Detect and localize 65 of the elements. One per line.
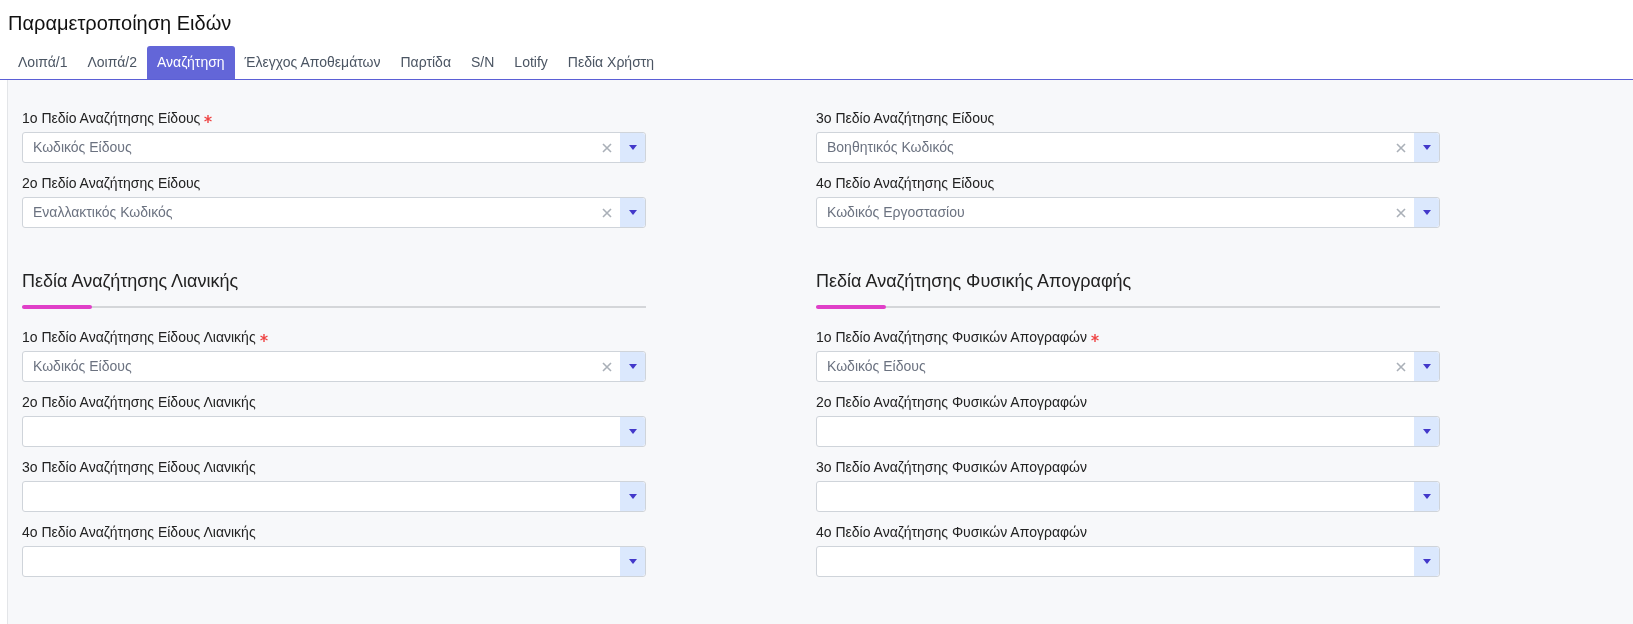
select-field[interactable] bbox=[816, 416, 1440, 447]
field-label: 2ο Πεδίο Αναζήτησης Φυσικών Απογραφών bbox=[816, 393, 1087, 412]
field-label: 3ο Πεδίο Αναζήτησης Φυσικών Απογραφών bbox=[816, 458, 1087, 477]
select-field[interactable]: Κωδικός Είδους bbox=[22, 351, 646, 382]
select-field[interactable]: Βοηθητικός Κωδικός bbox=[816, 132, 1440, 163]
field-label: 1ο Πεδίο Αναζήτησης Είδους Λιανικής bbox=[22, 328, 256, 347]
tab[interactable]: S/N bbox=[461, 46, 505, 79]
selected-value: Κωδικός Εργοστασίου bbox=[827, 203, 965, 222]
dropdown-button[interactable] bbox=[1414, 417, 1439, 446]
tab[interactable]: Έλεγχος Αποθεμάτων bbox=[234, 46, 391, 79]
caret-down-icon bbox=[1422, 559, 1431, 564]
select-field[interactable]: Κωδικός Είδους bbox=[22, 132, 646, 163]
field-label: 1ο Πεδίο Αναζήτησης Είδους bbox=[22, 109, 201, 128]
caret-down-icon bbox=[628, 429, 637, 434]
field-label: 4ο Πεδίο Αναζήτησης Είδους bbox=[816, 174, 995, 193]
tab[interactable]: Lotify bbox=[504, 46, 558, 79]
dropdown-button[interactable] bbox=[1414, 547, 1439, 576]
select-field[interactable]: Εναλλακτικός Κωδικός bbox=[22, 197, 646, 228]
field-label: 3ο Πεδίο Αναζήτησης Είδους Λιανικής bbox=[22, 458, 256, 477]
tab[interactable]: Λοιπά/2 bbox=[77, 46, 147, 79]
caret-down-icon bbox=[1422, 210, 1431, 215]
field-label: 3ο Πεδίο Αναζήτησης Είδους bbox=[816, 109, 995, 128]
select-field[interactable] bbox=[22, 546, 646, 577]
dropdown-button[interactable] bbox=[1414, 133, 1439, 162]
selected-value: Εναλλακτικός Κωδικός bbox=[33, 203, 173, 222]
dropdown-button[interactable] bbox=[620, 482, 645, 511]
dropdown-button[interactable] bbox=[620, 352, 645, 381]
caret-down-icon bbox=[628, 559, 637, 564]
tab[interactable]: Παρτίδα bbox=[390, 46, 461, 79]
field-label: 4ο Πεδίο Αναζήτησης Φυσικών Απογραφών bbox=[816, 523, 1087, 542]
dropdown-button[interactable] bbox=[620, 547, 645, 576]
tab[interactable]: Αναζήτηση bbox=[146, 46, 235, 79]
dropdown-button[interactable] bbox=[1414, 352, 1439, 381]
select-field[interactable]: Κωδικός Εργοστασίου bbox=[816, 197, 1440, 228]
field-label: 4ο Πεδίο Αναζήτησης Είδους Λιανικής bbox=[22, 523, 256, 542]
caret-down-icon bbox=[1422, 145, 1431, 150]
selected-value: Βοηθητικός Κωδικός bbox=[827, 138, 954, 157]
field-label: 1ο Πεδίο Αναζήτησης Φυσικών Απογραφών bbox=[816, 328, 1087, 347]
selected-value: Κωδικός Είδους bbox=[33, 357, 132, 376]
dropdown-button[interactable] bbox=[620, 133, 645, 162]
caret-down-icon bbox=[1422, 429, 1431, 434]
page-title: Παραμετροποίηση Ειδών bbox=[7, 11, 233, 36]
caret-down-icon bbox=[1422, 494, 1431, 499]
caret-down-icon bbox=[1422, 364, 1431, 369]
select-field[interactable] bbox=[22, 481, 646, 512]
dropdown-button[interactable] bbox=[620, 417, 645, 446]
caret-down-icon bbox=[628, 364, 637, 369]
dropdown-button[interactable] bbox=[1414, 198, 1439, 227]
field-label: 2ο Πεδίο Αναζήτησης Είδους Λιανικής bbox=[22, 393, 256, 412]
caret-down-icon bbox=[628, 494, 637, 499]
dropdown-button[interactable] bbox=[620, 198, 645, 227]
select-field[interactable] bbox=[816, 481, 1440, 512]
section-title: Πεδία Αναζήτησης Λιανικής bbox=[22, 270, 240, 293]
select-field[interactable]: Κωδικός Είδους bbox=[816, 351, 1440, 382]
dropdown-button[interactable] bbox=[1414, 482, 1439, 511]
tab[interactable]: Λοιπά/1 bbox=[8, 46, 78, 79]
caret-down-icon bbox=[628, 210, 637, 215]
section-title: Πεδία Αναζήτησης Φυσικής Απογραφής bbox=[816, 270, 1133, 293]
selected-value: Κωδικός Είδους bbox=[827, 357, 926, 376]
tab[interactable]: Πεδία Χρήστη bbox=[557, 46, 665, 79]
select-field[interactable] bbox=[22, 416, 646, 447]
field-label: 2ο Πεδίο Αναζήτησης Είδους bbox=[22, 174, 201, 193]
caret-down-icon bbox=[628, 145, 637, 150]
selected-value: Κωδικός Είδους bbox=[33, 138, 132, 157]
select-field[interactable] bbox=[816, 546, 1440, 577]
